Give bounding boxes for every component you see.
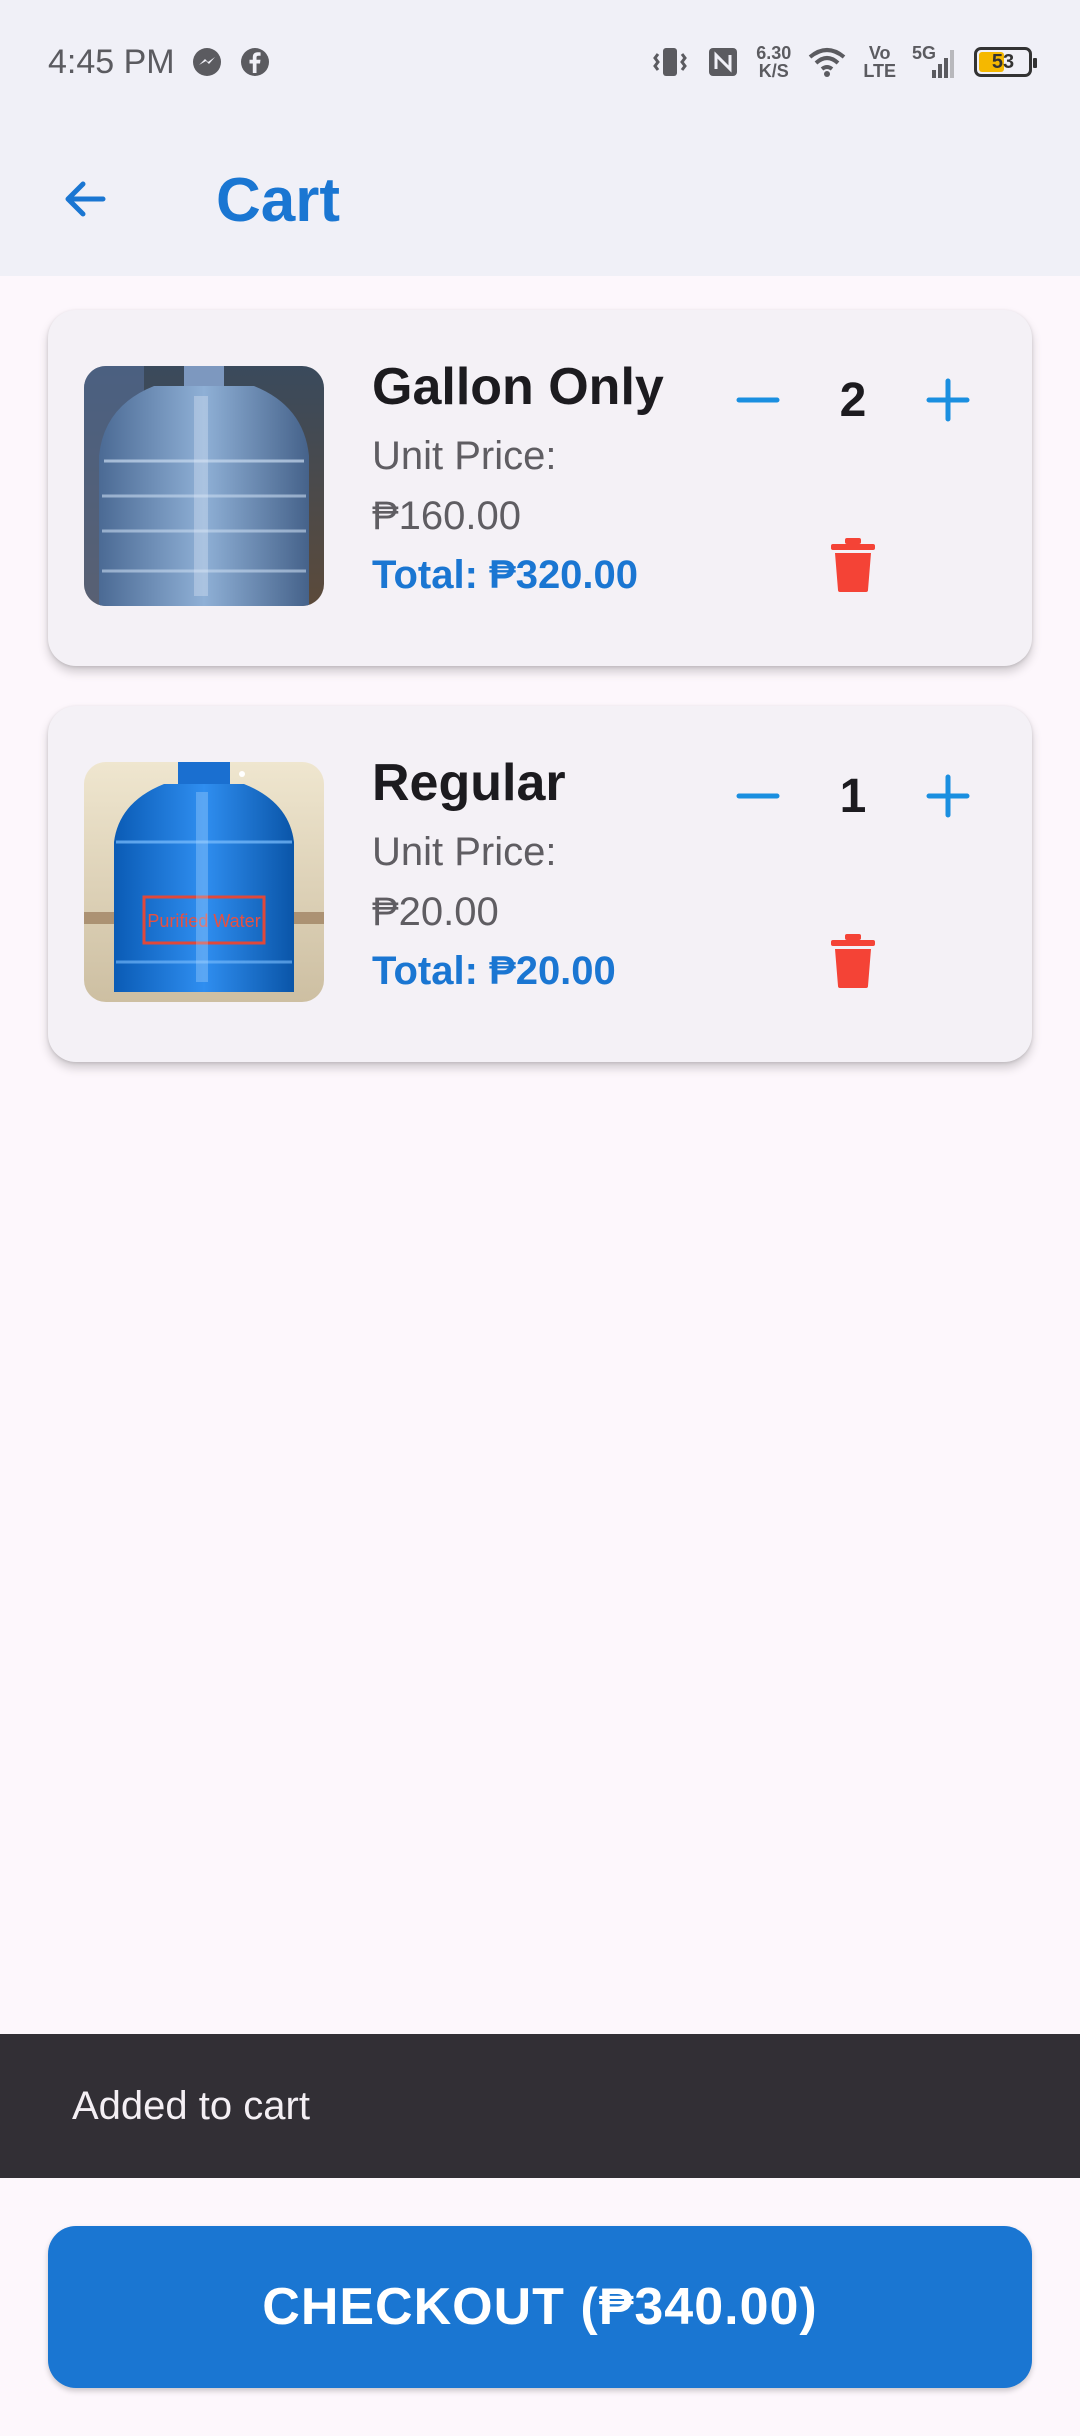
quantity-stepper: 2: [718, 360, 988, 440]
battery-level: 53: [991, 50, 1015, 73]
gallon-bottle-image: [84, 366, 324, 606]
quantity-value: 2: [839, 373, 867, 427]
cart-item-card: Purified Water Regular Unit Price: ₱20.0…: [48, 706, 1032, 1062]
increase-quantity-button[interactable]: [908, 756, 988, 836]
unit-price-value: ₱20.00: [372, 890, 499, 934]
item-name: Gallon Only: [372, 358, 664, 416]
back-button[interactable]: [50, 164, 120, 234]
net-speed-unit: K/S: [758, 61, 789, 81]
net-speed-value: 6.30: [756, 43, 792, 63]
volte-indicator: Vo LTE: [863, 44, 896, 80]
plus-icon: [926, 774, 970, 818]
item-info: Gallon Only Unit Price: ₱160.00 Total: ₱…: [372, 354, 712, 604]
facebook-icon: [239, 46, 271, 78]
unit-price-label: Unit Price:: [372, 830, 557, 874]
volte-top: Vo: [868, 43, 891, 63]
trash-icon: [831, 538, 875, 592]
delete-item-button[interactable]: [808, 520, 898, 610]
wifi-icon: [807, 45, 847, 79]
net-speed: 6.30 K/S: [756, 44, 791, 80]
checkout-area: CHECKOUT (₱340.00): [0, 2178, 1080, 2436]
signal-icon: [932, 50, 954, 78]
decrease-quantity-button[interactable]: [718, 756, 798, 836]
cart-screen: 4:45 PM 6.30 K/S Vo LTE 5G 53 Cart Gallo…: [0, 0, 1080, 2436]
snackbar: Added to cart: [0, 2034, 1080, 2178]
minus-icon: [736, 397, 780, 403]
cart-list: Gallon Only Unit Price: ₱160.00 Total: ₱…: [48, 310, 1032, 1102]
status-time: 4:45 PM: [48, 42, 175, 81]
nfc-icon: [706, 45, 740, 79]
unit-price-value: ₱160.00: [372, 494, 522, 538]
signal-indicator: 5G: [912, 44, 958, 80]
trash-icon: [831, 934, 875, 988]
snackbar-message: Added to cart: [72, 2083, 310, 2128]
app-bar: Cart: [0, 124, 1080, 276]
plus-icon: [926, 378, 970, 422]
quantity-stepper: 1: [718, 756, 988, 836]
page-title: Cart: [216, 165, 341, 235]
item-total: Total: ₱320.00: [372, 553, 639, 597]
battery-icon: 53: [974, 47, 1037, 77]
volte-bottom: LTE: [863, 61, 896, 81]
vibrate-icon: [650, 45, 690, 79]
status-left: 4:45 PM: [48, 43, 271, 82]
messenger-icon: [191, 46, 223, 78]
arrow-left-icon: [65, 181, 106, 217]
status-bar: 4:45 PM 6.30 K/S Vo LTE 5G 53: [0, 0, 1080, 124]
checkout-button[interactable]: CHECKOUT (₱340.00): [48, 2226, 1032, 2388]
quantity-value: 1: [839, 769, 867, 823]
item-info: Regular Unit Price: ₱20.00 Total: ₱20.00: [372, 750, 712, 1000]
increase-quantity-button[interactable]: [908, 360, 988, 440]
purified-water-bottle-image: Purified Water: [84, 762, 324, 1002]
minus-icon: [736, 793, 780, 799]
status-right: 6.30 K/S Vo LTE 5G 53: [650, 44, 1037, 80]
cart-item-card: Gallon Only Unit Price: ₱160.00 Total: ₱…: [48, 310, 1032, 666]
unit-price-label: Unit Price:: [372, 434, 557, 478]
item-name: Regular: [372, 754, 566, 812]
item-total: Total: ₱20.00: [372, 949, 616, 993]
delete-item-button[interactable]: [808, 916, 898, 1006]
decrease-quantity-button[interactable]: [718, 360, 798, 440]
